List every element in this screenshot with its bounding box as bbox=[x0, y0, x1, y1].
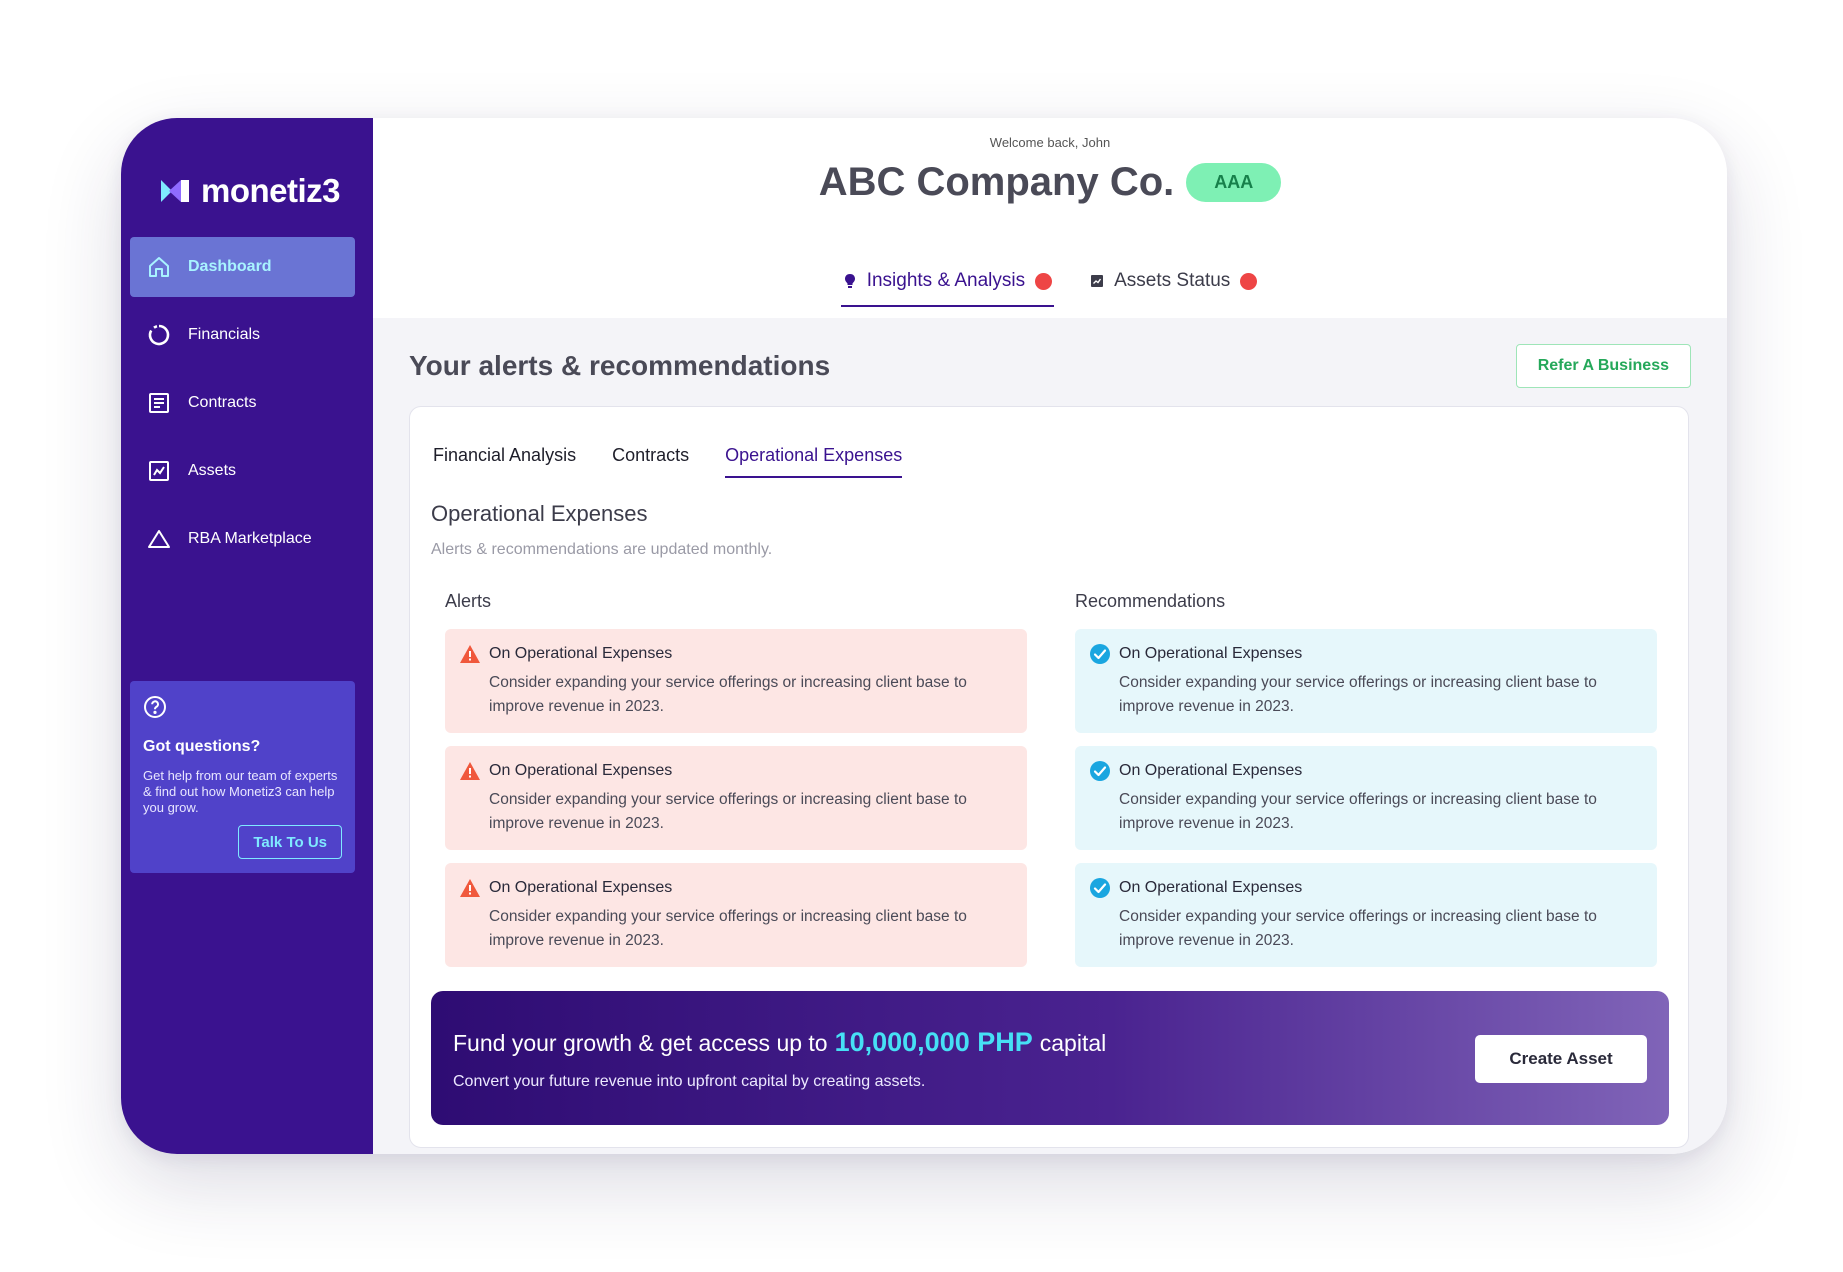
header-tabs: Insights & Analysis Assets Status bbox=[373, 261, 1727, 307]
recommendations-heading: Recommendations bbox=[1075, 591, 1226, 611]
sidebar-item-label: Contracts bbox=[188, 394, 257, 411]
recommendation-card: On Operational Expenses Consider expandi… bbox=[1075, 629, 1657, 733]
recommendation-body: Consider expanding your service offering… bbox=[1119, 908, 1597, 949]
alert-card: On Operational Expenses Consider expandi… bbox=[445, 746, 1027, 850]
status-chart-icon bbox=[1091, 275, 1104, 287]
home-icon bbox=[146, 254, 172, 280]
sidebar: monetiz3 Dashboard Financials Contracts … bbox=[121, 118, 373, 1154]
promo-prefix: Fund your growth & get access up to bbox=[453, 1030, 828, 1056]
tab-operational-expenses[interactable]: Operational Expenses bbox=[725, 445, 903, 478]
sidebar-item-label: Assets bbox=[188, 462, 237, 479]
company-name: ABC Company Co. bbox=[818, 160, 1175, 204]
recommendation-body: Consider expanding your service offering… bbox=[1119, 674, 1597, 715]
check-circle-icon bbox=[1090, 644, 1110, 664]
recommendation-body: Consider expanding your service offering… bbox=[1119, 791, 1597, 832]
header: Welcome back, John ABC Company Co. AAA I… bbox=[373, 118, 1727, 318]
recommendation-card: On Operational Expenses Consider expandi… bbox=[1075, 863, 1657, 967]
check-circle-icon bbox=[1090, 761, 1110, 781]
alert-title: On Operational Expenses bbox=[489, 645, 673, 662]
tab-assets-status[interactable]: Assets Status bbox=[1088, 261, 1259, 301]
alert-title: On Operational Expenses bbox=[489, 762, 673, 779]
document-icon bbox=[146, 390, 172, 416]
main-content: Welcome back, John ABC Company Co. AAA I… bbox=[373, 118, 1727, 1154]
help-card: Got questions? Get help from our team of… bbox=[130, 681, 355, 873]
logo-mark-icon bbox=[161, 180, 189, 202]
recommendation-title: On Operational Expenses bbox=[1119, 879, 1303, 896]
alert-card: On Operational Expenses Consider expandi… bbox=[445, 629, 1027, 733]
alerts-heading: Alerts bbox=[445, 591, 492, 611]
sidebar-item-dashboard[interactable]: Dashboard bbox=[130, 237, 355, 297]
sidebar-item-financials[interactable]: Financials bbox=[130, 305, 355, 365]
app-window: monetiz3 Dashboard Financials Contracts … bbox=[121, 118, 1727, 1154]
tab-label: Insights & Analysis bbox=[866, 270, 1026, 291]
alerts-panel: Financial Analysis Contracts Operational… bbox=[409, 406, 1689, 1148]
company-row: ABC Company Co. AAA bbox=[373, 160, 1727, 205]
logo[interactable]: monetiz3 bbox=[159, 172, 341, 210]
help-text: Get help from our team of experts & find… bbox=[143, 768, 338, 815]
notification-dot bbox=[1035, 272, 1053, 290]
warning-icon bbox=[460, 645, 480, 663]
tab-insights-analysis[interactable]: Insights & Analysis bbox=[840, 261, 1055, 307]
sidebar-item-label: Financials bbox=[188, 326, 261, 343]
talk-to-us-button[interactable]: Talk To Us bbox=[238, 825, 342, 859]
donut-chart-icon bbox=[146, 322, 172, 348]
panel-subtitle: Alerts & recommendations are updated mon… bbox=[431, 541, 773, 558]
alert-card: On Operational Expenses Consider expandi… bbox=[445, 863, 1027, 967]
recommendation-title: On Operational Expenses bbox=[1119, 762, 1303, 779]
check-circle-icon bbox=[1090, 878, 1110, 898]
sidebar-item-label: Dashboard bbox=[188, 258, 272, 275]
panel-title: Operational Expenses bbox=[431, 501, 648, 526]
sidebar-item-assets[interactable]: Assets bbox=[130, 441, 355, 501]
create-asset-button[interactable]: Create Asset bbox=[1475, 1035, 1647, 1083]
warning-icon bbox=[460, 762, 480, 780]
tab-label: Assets Status bbox=[1114, 270, 1231, 291]
alert-body: Consider expanding your service offering… bbox=[489, 674, 967, 715]
welcome-text: Welcome back, John bbox=[989, 135, 1111, 150]
logo-text: monetiz3 bbox=[201, 172, 341, 209]
promo-suffix: capital bbox=[1039, 1030, 1107, 1056]
help-title: Got questions? bbox=[143, 738, 261, 755]
alert-title: On Operational Expenses bbox=[489, 879, 673, 896]
sidebar-item-rba-marketplace[interactable]: RBA Marketplace bbox=[130, 509, 355, 569]
alert-body: Consider expanding your service offering… bbox=[489, 908, 967, 949]
recommendation-card: On Operational Expenses Consider expandi… bbox=[1075, 746, 1657, 850]
refer-a-business-button[interactable]: Refer A Business bbox=[1515, 344, 1691, 388]
warning-icon bbox=[460, 879, 480, 897]
sidebar-item-contracts[interactable]: Contracts bbox=[130, 373, 355, 433]
rating-badge: AAA bbox=[1186, 163, 1282, 202]
section-header: Your alerts & recommendations Refer A Bu… bbox=[409, 344, 1691, 388]
page-title: Your alerts & recommendations bbox=[409, 350, 831, 381]
trend-chart-icon bbox=[146, 458, 172, 484]
promo-amount: 10,000,000 PHP bbox=[834, 1027, 1033, 1057]
category-tabs: Financial Analysis Contracts Operational… bbox=[433, 445, 903, 478]
notification-dot bbox=[1240, 272, 1258, 290]
sidebar-item-label: RBA Marketplace bbox=[188, 530, 312, 547]
question-circle-icon bbox=[144, 696, 166, 718]
funding-promo-banner: Fund your growth & get access up to 10,0… bbox=[431, 991, 1669, 1125]
promo-subtitle: Convert your future revenue into upfront… bbox=[453, 1073, 926, 1090]
promo-headline: Fund your growth & get access up to 10,0… bbox=[453, 1027, 1106, 1058]
triangle-icon bbox=[146, 526, 172, 552]
bulb-icon bbox=[844, 274, 855, 288]
recommendation-title: On Operational Expenses bbox=[1119, 645, 1303, 662]
tab-financial-analysis[interactable]: Financial Analysis bbox=[433, 445, 576, 478]
tab-contracts[interactable]: Contracts bbox=[612, 445, 689, 478]
alert-body: Consider expanding your service offering… bbox=[489, 791, 967, 832]
